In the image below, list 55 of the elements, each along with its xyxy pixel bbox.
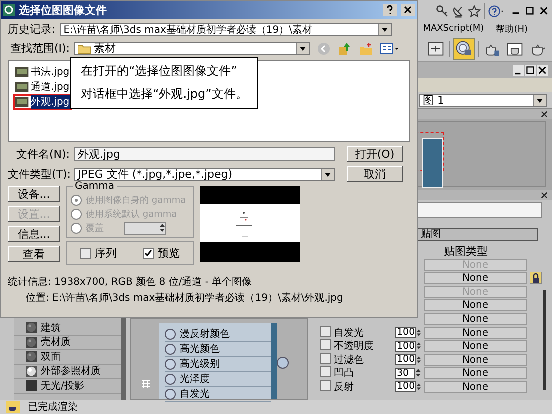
column-header: 贴图类型 xyxy=(444,244,488,258)
material-item[interactable]: 建筑 xyxy=(41,320,61,335)
map-label: 过滤色 xyxy=(334,354,364,366)
file-type-dropdown[interactable]: JPEG 文件 (*.jpg,*.jpe,*.jpeg) xyxy=(74,168,335,180)
map-button[interactable]: None xyxy=(424,312,527,325)
map-button[interactable]: None xyxy=(424,272,527,284)
image-stats: 统计信息: 1938x700, RGB 颜色 8 位/通道 - 单个图像 xyxy=(8,276,254,289)
material-item[interactable]: 壳材质 xyxy=(41,335,71,350)
field-label: 文件类型(T): xyxy=(8,166,70,182)
file-location: 位置: E:\许苗\名师\3ds max基础材质初学者必读（19）\素材\外观.jpg xyxy=(25,292,344,305)
side-button[interactable]: 查看 xyxy=(8,246,60,262)
radio-label: 使用图像自身的 gamma xyxy=(86,194,186,206)
view-dropdown[interactable]: 图 1 xyxy=(419,94,547,106)
field-label: 查找范围(I): xyxy=(9,41,70,56)
slot-label: 光泽度 xyxy=(180,372,210,386)
field-label: 文件名(N): xyxy=(15,146,70,162)
map-button[interactable]: None xyxy=(424,380,527,392)
side-button[interactable]: 信息... xyxy=(8,226,60,242)
material-item[interactable]: 双面 xyxy=(41,350,61,364)
menu-item[interactable]: 帮助(H) xyxy=(496,22,528,36)
slot-label: 高光级别 xyxy=(180,358,220,371)
open-button[interactable]: 打开(O) xyxy=(347,146,403,162)
history-dropdown[interactable]: E:\许苗\名师\3ds max基础材质初学者必读（19）\素材 xyxy=(60,23,392,36)
map-label: 自发光 xyxy=(334,328,364,338)
group-title: Gamma xyxy=(73,181,116,192)
radio-label: 使用系统默认 gamma xyxy=(86,208,178,220)
map-label: 不透明度 xyxy=(334,341,374,352)
checkbox-label: 序列 xyxy=(95,246,117,260)
map-button[interactable]: None xyxy=(424,340,527,352)
file-name-field[interactable]: 外观.jpg xyxy=(74,147,335,161)
map-label: 凹凸 xyxy=(334,368,354,379)
file-item[interactable]: 书法.jpg xyxy=(13,64,72,80)
checkbox-label: 预览 xyxy=(158,246,180,260)
file-item[interactable]: 通道.jpg xyxy=(13,79,72,95)
menu-item[interactable]: MAXScript(M) xyxy=(423,24,484,34)
dialog-title: 选择位图图像文件 xyxy=(19,2,108,18)
file-item[interactable]: 外观.jpg xyxy=(13,94,72,110)
callout-note: 在打开的“选择位图图像文件” 对话框中选择“外观.jpg”文件。 xyxy=(70,57,258,109)
map-button[interactable]: None xyxy=(424,299,527,312)
map-button[interactable]: None xyxy=(424,367,527,379)
radio-label: 覆盖 xyxy=(86,222,104,234)
cancel-button[interactable]: 取消 xyxy=(347,166,403,182)
map-button[interactable]: None xyxy=(424,354,527,366)
map-button[interactable]: None xyxy=(424,326,527,338)
material-item[interactable]: 无光/投影 xyxy=(41,378,84,393)
slot-label: 自发光 xyxy=(180,388,210,401)
field-label: 历史记录: xyxy=(8,22,56,37)
status-text: 已完成渲染 xyxy=(28,400,78,414)
material-node[interactable]: 漫反射颜色 高光颜色 高光级别 光泽度 自发光 xyxy=(159,323,277,399)
side-button[interactable]: 设备... xyxy=(8,186,60,202)
map-label: 反射 xyxy=(334,382,354,392)
look-in-dropdown[interactable]: 素材 xyxy=(74,42,310,55)
slot-label: 高光颜色 xyxy=(180,342,220,356)
material-item[interactable]: 外部参照材质 xyxy=(41,364,101,378)
slot-label: 漫反射颜色 xyxy=(180,328,230,341)
